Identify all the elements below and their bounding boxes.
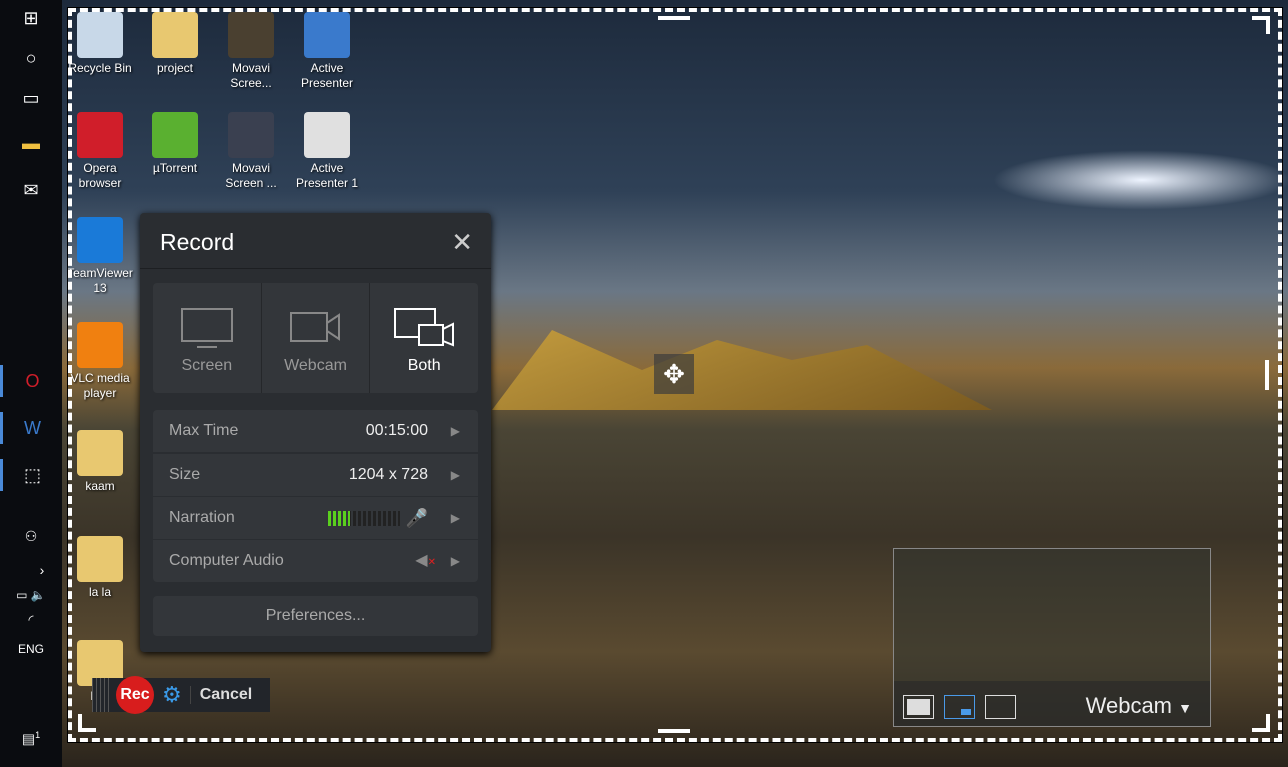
- monitor-icon: [180, 308, 233, 348]
- mode-webcam-button[interactable]: Webcam: [262, 283, 371, 393]
- taskbar: ⊞ ○ ▭ ▬ ✉ O W ⬚ ⚇ › ▭ 🔈 ◜ ENG ▤1: [0, 0, 62, 767]
- mail-icon[interactable]: ✉: [0, 180, 62, 201]
- rec-button[interactable]: Rec: [116, 676, 154, 714]
- volume-icon[interactable]: 🔈: [31, 588, 46, 602]
- layout-none-button[interactable]: [985, 695, 1016, 719]
- row-label: Size: [169, 466, 201, 483]
- chevron-right-icon[interactable]: ›: [0, 562, 62, 578]
- wifi-icon[interactable]: ◜: [0, 612, 62, 628]
- max-time-value: 00:15:00: [365, 422, 428, 439]
- row-label: Computer Audio: [169, 552, 284, 569]
- narration-row[interactable]: Narration 🎤 ▶: [153, 497, 478, 539]
- row-label: Max Time: [169, 422, 239, 439]
- resize-handle-top[interactable]: [658, 16, 690, 20]
- close-icon[interactable]: ✕: [451, 227, 473, 258]
- chevron-right-icon[interactable]: ▶: [451, 410, 460, 452]
- mode-screen-button[interactable]: Screen: [153, 283, 262, 393]
- camera-icon: [289, 312, 340, 342]
- mode-both-button[interactable]: Both: [370, 283, 478, 393]
- language-indicator[interactable]: ENG: [0, 642, 62, 656]
- mode-selector: Screen Webcam Both: [153, 283, 478, 393]
- mode-label: Screen: [181, 357, 233, 374]
- mode-label: Both: [407, 357, 441, 374]
- max-time-row[interactable]: Max Time 00:15:00 ▶: [153, 410, 478, 452]
- cortana-icon[interactable]: ○: [0, 48, 62, 69]
- panel-title: Record: [160, 229, 235, 255]
- cancel-button[interactable]: Cancel: [189, 686, 252, 704]
- speaker-muted-icon[interactable]: ◀✕: [415, 540, 436, 584]
- webcam-label: Webcam: [1085, 693, 1173, 718]
- windows-start-icon[interactable]: ⊞: [0, 8, 62, 29]
- caret-down-icon: ▼: [1178, 700, 1192, 716]
- webcam-dropdown[interactable]: Webcam ▼: [1086, 693, 1192, 719]
- notification-icon[interactable]: ▤1: [0, 730, 62, 748]
- snip-icon[interactable]: ⬚: [0, 459, 62, 491]
- chevron-right-icon[interactable]: ▶: [451, 454, 460, 496]
- row-label: Narration: [169, 509, 235, 526]
- monitor-camera-icon: [394, 308, 455, 347]
- layout-pip-button[interactable]: [944, 695, 975, 719]
- resize-handle-right[interactable]: [1265, 360, 1269, 390]
- notification-count: 1: [35, 730, 41, 740]
- task-view-icon[interactable]: ▭: [0, 88, 62, 109]
- battery-icon[interactable]: ▭: [16, 588, 27, 602]
- drag-handle[interactable]: [92, 678, 112, 712]
- record-panel: Record ✕ Screen Webcam Both Max Time 00:1…: [140, 213, 491, 652]
- move-icon[interactable]: ✥: [654, 354, 694, 394]
- mode-label: Webcam: [284, 357, 347, 374]
- size-value: 1204 x 728: [348, 466, 428, 483]
- size-row[interactable]: Size 1204 x 728 ▶: [153, 454, 478, 496]
- file-explorer-icon[interactable]: ▬: [0, 133, 62, 154]
- microphone-icon[interactable]: 🎤: [406, 497, 428, 539]
- narration-level-meter: [328, 511, 400, 526]
- resize-handle-bottom[interactable]: [658, 729, 690, 733]
- chevron-right-icon[interactable]: ▶: [451, 497, 460, 539]
- gear-icon[interactable]: ⚙: [162, 682, 182, 708]
- people-icon[interactable]: ⚇: [0, 528, 62, 545]
- layout-fullscreen-button[interactable]: [903, 695, 934, 719]
- word-icon[interactable]: W: [0, 412, 62, 444]
- recording-toolbar: Rec ⚙ Cancel: [92, 676, 270, 714]
- preferences-button[interactable]: Preferences...: [153, 596, 478, 636]
- divider: [140, 268, 491, 269]
- chevron-right-icon[interactable]: ▶: [451, 540, 460, 582]
- opera-icon[interactable]: O: [0, 365, 62, 397]
- computer-audio-row[interactable]: Computer Audio ◀✕ ▶: [153, 540, 478, 582]
- webcam-preview[interactable]: Webcam ▼: [893, 548, 1211, 727]
